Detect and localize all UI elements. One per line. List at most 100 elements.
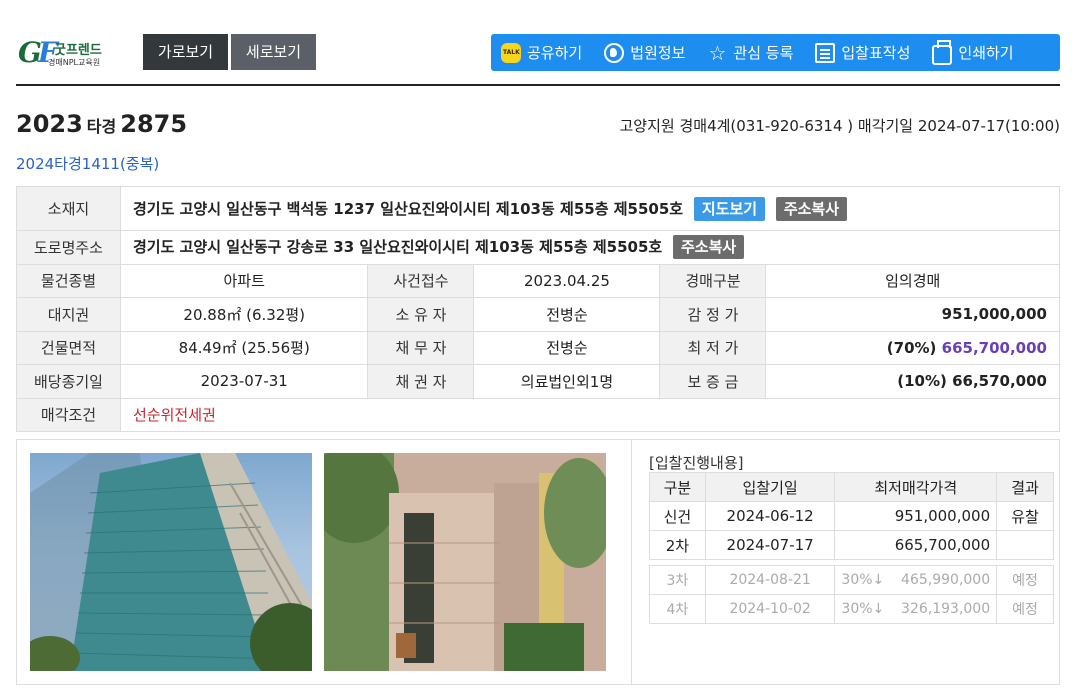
printer-icon [932,39,953,65]
bid-price-cell: 30%↓ 326,193,000 [834,594,998,624]
sale-condition-label: 매각조건 [16,397,121,432]
logo-name: 굿프렌드 [54,43,102,58]
form-icon [815,42,836,63]
creditor-label: 채 권 자 [367,364,475,399]
bid-date: 2024-06-12 [704,501,836,531]
table-row: 배당종기일 2023-07-31 채 권 자 의료법인외1명 보 증 금 (10… [16,364,1060,399]
building-exterior-image [30,453,312,671]
building-entrance-image [324,453,606,671]
bid-col-result: 결과 [996,472,1054,502]
debtor-value: 전병순 [473,330,661,365]
logo-subtitle: 경매NPL교육원 [48,58,101,67]
court-sale-date: 고양지원 경매4계(031-920-6314 ) 매각기일 2024-07-17… [619,117,1061,135]
court-info-button[interactable]: 법원정보 [604,42,685,63]
duplicate-case-link[interactable]: 2024타경1411(중복) [16,153,159,174]
location-label: 소재지 [16,186,121,231]
bid-form-label: 입찰표작성 [841,44,911,62]
kakaotalk-icon [501,42,521,63]
bid-price: 665,700,000 [834,530,998,560]
favorite-label: 관심 등록 [733,44,794,62]
property-info-table: 소재지 경기도 고양시 일산동구 백석동 1237 일산요진와이시티 제103동… [16,186,1060,432]
bid-price: 465,990,000 [901,572,991,588]
bid-result: 예정 [996,594,1054,624]
building-exterior-photo[interactable] [30,453,312,671]
case-serial: 2875 [120,110,188,138]
bid-form-button[interactable]: 입찰표작성 [815,42,910,63]
deposit-percent: (10%) [897,372,947,391]
appraisal-label: 감 정 가 [659,297,767,332]
table-row: 매각조건 선순위전세권 [16,397,1060,432]
land-right-value: 20.88㎡ (6.32평) [119,297,369,332]
deposit-label: 보 증 금 [659,364,767,399]
bid-date: 2024-10-02 [704,594,836,624]
vertical-view-button[interactable]: 세로보기 [231,34,316,70]
bid-round: 2차 [649,530,706,560]
building-entrance-photo[interactable] [324,453,606,671]
minimum-price-cell: (70%) 665,700,000 [765,330,1060,365]
auction-type-label: 경매구분 [659,263,767,298]
table-row: 소재지 경기도 고양시 일산동구 백석동 1237 일산요진와이시티 제103동… [16,186,1060,231]
horizontal-view-button[interactable]: 가로보기 [143,34,228,70]
share-label: 공유하기 [527,44,583,62]
deposit-value: 66,570,000 [952,372,1047,391]
bid-table-header: 구분 입찰기일 최저매각가격 결과 [649,472,1054,502]
bid-discount: 30%↓ [841,601,885,617]
case-type: 타경 [86,117,117,136]
case-number: 2023 타경 2875 [16,110,187,138]
auction-type-value: 임의경매 [765,263,1060,298]
court-info-label: 법원정보 [630,44,686,62]
building-area-label: 건물면적 [16,330,121,365]
road-address-cell: 경기도 고양시 일산동구 강송로 33 일산요진와이시티 제103동 제55층 … [120,230,1060,265]
dividend-deadline-value: 2023-07-31 [119,364,369,399]
bid-price: 951,000,000 [834,501,998,531]
bid-result: 유찰 [996,501,1054,531]
copy-address-button[interactable]: 주소복사 [775,196,848,221]
bid-progress-title: [입찰진행내용] [649,454,744,472]
table-row: 신건 2024-06-12 951,000,000 유찰 [649,501,1054,531]
location-cell: 경기도 고양시 일산동구 백석동 1237 일산요진와이시티 제103동 제55… [120,186,1060,231]
minimum-price-label: 최 저 가 [659,330,767,365]
top-bar: GF 굿프렌드 경매NPL교육원 가로보기 세로보기 공유하기 법원정보 ☆ 관… [0,0,1072,86]
road-address: 경기도 고양시 일산동구 강송로 33 일산요진와이시티 제103동 제55층 … [133,238,663,257]
bid-price: 326,193,000 [901,601,991,617]
table-row: 도로명주소 경기도 고양시 일산동구 강송로 33 일산요진와이시티 제103동… [16,230,1060,265]
road-address-label: 도로명주소 [16,230,121,265]
land-right-label: 대지권 [16,297,121,332]
case-receipt-label: 사건접수 [367,263,475,298]
bid-discount: 30%↓ [841,572,885,588]
map-view-button[interactable]: 지도보기 [693,196,766,221]
print-button[interactable]: 인쇄하기 [932,39,1014,65]
photos-and-bids-panel: [입찰진행내용] 구분 입찰기일 최저매각가격 결과 신건 2024-06-12… [16,439,1060,685]
sale-condition-value: 선순위전세권 [120,397,1060,432]
bid-progress-table: 구분 입찰기일 최저매각가격 결과 신건 2024-06-12 951,000,… [649,472,1054,624]
minimum-price-percent: (70%) [886,338,937,357]
table-row: 건물면적 84.49㎡ (25.56평) 채 무 자 전병순 최 저 가 (70… [16,330,1060,365]
print-label: 인쇄하기 [958,44,1014,62]
header-divider [16,84,1060,86]
favorite-button[interactable]: ☆ 관심 등록 [707,42,793,63]
bid-round: 신건 [649,501,706,531]
bid-result [996,530,1054,560]
copy-road-address-button[interactable]: 주소복사 [672,235,745,260]
debtor-label: 채 무 자 [367,330,475,365]
property-type-label: 물건종별 [16,263,121,298]
panel-divider [631,440,632,684]
brand-logo[interactable]: GF 굿프렌드 경매NPL교육원 [18,36,118,70]
action-toolbar: 공유하기 법원정보 ☆ 관심 등록 입찰표작성 인쇄하기 [491,34,1060,71]
creditor-value: 의료법인외1명 [473,364,661,399]
table-row: 대지권 20.88㎡ (6.32평) 소 유 자 전병순 감 정 가 951,0… [16,297,1060,332]
location-address: 경기도 고양시 일산동구 백석동 1237 일산요진와이시티 제103동 제55… [133,199,684,218]
dividend-deadline-label: 배당종기일 [16,364,121,399]
owner-value: 전병순 [473,297,661,332]
table-row: 물건종별 아파트 사건접수 2023.04.25 경매구분 임의경매 [16,263,1060,298]
bid-price-cell: 30%↓ 465,990,000 [834,565,998,595]
property-type-value: 아파트 [119,263,369,298]
bid-result: 예정 [996,565,1054,595]
share-button[interactable]: 공유하기 [501,42,582,63]
building-area-value: 84.49㎡ (25.56평) [119,330,369,365]
table-row: 2차 2024-07-17 665,700,000 [649,530,1054,560]
globe-icon [604,42,625,63]
bid-round: 4차 [649,594,706,624]
deposit-cell: (10%) 66,570,000 [765,364,1060,399]
case-year: 2023 [16,110,83,138]
